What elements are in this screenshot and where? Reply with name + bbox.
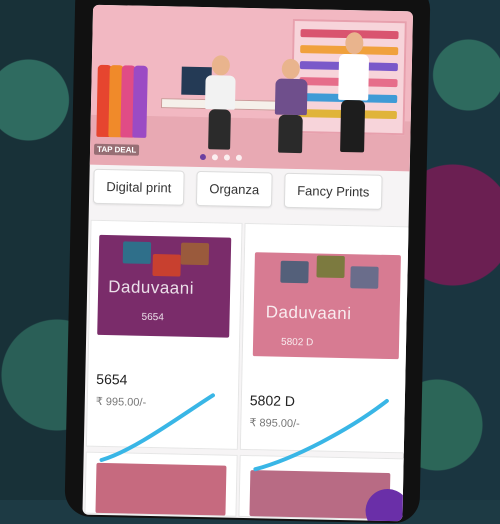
carousel-indicator — [199, 153, 242, 161]
category-chip-row: Digital print Organza Fancy Prints — [92, 168, 383, 210]
category-chip-digital-print[interactable]: Digital print — [92, 168, 185, 206]
app-screen: TAP DEAL Digital print Organza Fancy Pri… — [82, 4, 414, 522]
clothing-rack-illustration — [94, 57, 152, 148]
product-image[interactable]: Daduvaani 5802 D — [252, 252, 401, 360]
tap-deal-logo: TAP DEAL — [93, 143, 140, 156]
image-code-label: 5654 — [141, 311, 164, 324]
carousel-dot[interactable] — [211, 154, 218, 161]
product-grid: Daduvaani 5654 5654 ₹ 995.00/- Daduvaani… — [84, 219, 411, 522]
brand-watermark: Daduvaani — [265, 302, 352, 324]
pen-scribble — [99, 393, 389, 472]
product-image[interactable]: Daduvaani 5654 — [97, 234, 232, 338]
brand-watermark: Daduvaani — [108, 277, 195, 298]
phone-frame: TAP DEAL Digital print Organza Fancy Pri… — [64, 0, 431, 524]
category-chip-organza[interactable]: Organza — [195, 170, 273, 208]
carousel-dot[interactable] — [235, 154, 242, 161]
carousel-dot[interactable] — [199, 153, 206, 161]
carousel-dot[interactable] — [223, 154, 230, 161]
promo-banner[interactable]: TAP DEAL — [89, 4, 414, 172]
category-chip-fancy-prints[interactable]: Fancy Prints — [283, 172, 383, 210]
image-code-label: 5802 D — [280, 336, 314, 349]
